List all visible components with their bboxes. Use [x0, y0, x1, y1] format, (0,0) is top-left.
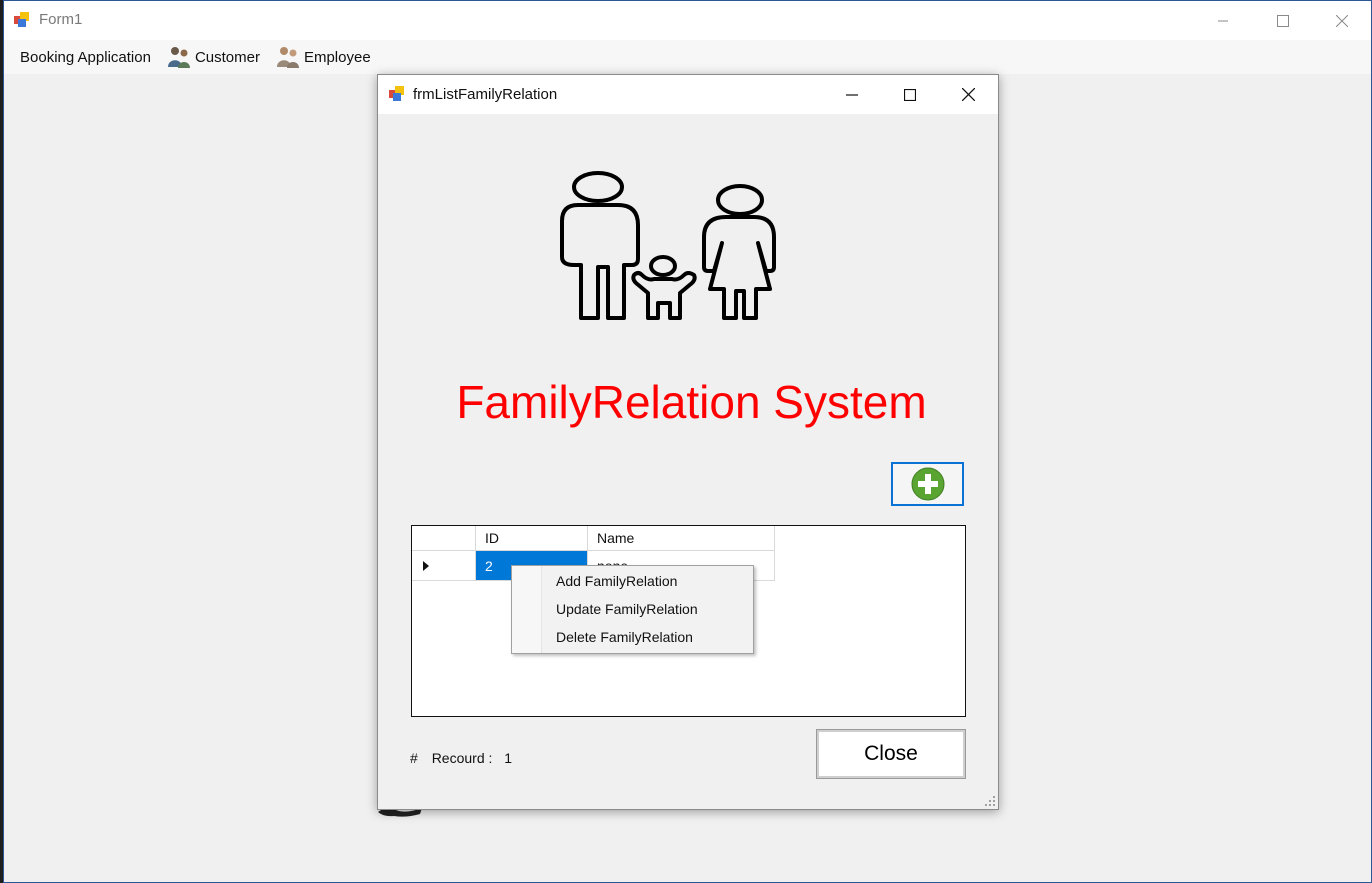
minimize-icon [1218, 20, 1228, 21]
employee-people-icon [276, 47, 299, 68]
record-prefix: # [410, 750, 418, 766]
family-icon [560, 171, 776, 320]
record-count-value: 1 [504, 750, 513, 766]
resize-grip-icon[interactable] [984, 795, 996, 807]
app-icon [14, 12, 29, 27]
child-app-icon [389, 86, 404, 101]
menu-customer[interactable]: Customer [159, 40, 268, 74]
menu-employee[interactable]: Employee [268, 40, 379, 74]
customer-people-icon [167, 47, 190, 68]
column-header-id-label: ID [485, 530, 499, 546]
context-menu: Add FamilyRelation Update FamilyRelation… [511, 565, 754, 654]
context-menu-delete[interactable]: Delete FamilyRelation [556, 629, 693, 645]
record-label-text: Recourd : [431, 750, 493, 766]
menu-employee-label: Employee [303, 48, 371, 66]
child-window-title: frmListFamilyRelation [413, 86, 558, 103]
menu-customer-label: Customer [194, 48, 260, 66]
main-titlebar[interactable]: Form1 [4, 1, 1371, 40]
menu-booking-application-label: Booking Application [20, 48, 151, 66]
row-header-corner [412, 526, 476, 551]
minimize-icon [846, 93, 858, 96]
column-header-name-label: Name [597, 530, 635, 546]
main-window-title: Form1 [39, 11, 83, 28]
grid-header: ID Name [412, 526, 775, 551]
maximize-icon [904, 88, 916, 101]
menu-bar: Booking Application Customer Employee [4, 40, 1371, 74]
plus-circle-icon [911, 467, 944, 501]
add-family-relation-button[interactable] [891, 462, 964, 506]
context-menu-gutter [512, 566, 542, 653]
child-titlebar[interactable]: frmListFamilyRelation [378, 75, 998, 114]
context-menu-add[interactable]: Add FamilyRelation [556, 573, 677, 589]
family-relation-list-window: frmListFamilyRelation FamilyRelation Sys… [377, 74, 999, 810]
close-window-button[interactable] [1313, 1, 1371, 40]
column-header-id[interactable]: ID [476, 526, 588, 551]
column-header-name[interactable]: Name [588, 526, 775, 551]
close-button[interactable]: Close [816, 729, 966, 779]
close-button-label: Close [864, 742, 918, 765]
close-icon [1336, 14, 1348, 27]
menu-booking-application[interactable]: Booking Application [4, 40, 159, 74]
row-header[interactable] [412, 551, 476, 581]
child-close-button[interactable] [939, 75, 997, 114]
child-maximize-button[interactable] [881, 75, 939, 114]
page-title: FamilyRelation System [456, 376, 927, 428]
maximize-icon [1277, 14, 1289, 27]
record-count-label: # Recourd : 1 [410, 750, 512, 766]
maximize-button[interactable] [1254, 1, 1312, 40]
current-row-arrow-icon [423, 560, 429, 571]
child-minimize-button[interactable] [823, 75, 881, 114]
context-menu-update[interactable]: Update FamilyRelation [556, 601, 698, 617]
close-icon [961, 88, 975, 101]
minimize-button[interactable] [1194, 1, 1252, 40]
